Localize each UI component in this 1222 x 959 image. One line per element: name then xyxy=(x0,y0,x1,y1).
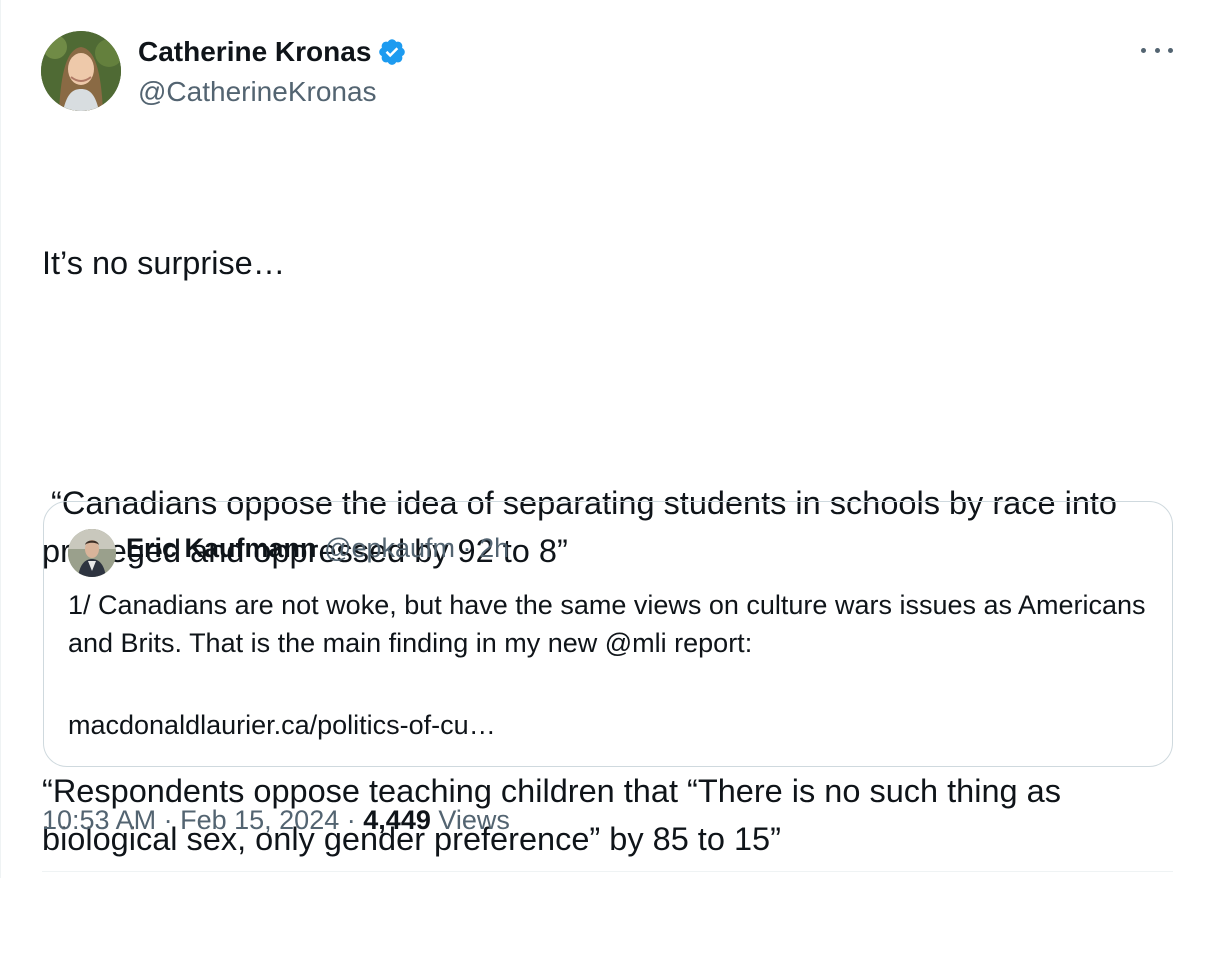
views-label[interactable]: Views xyxy=(438,805,510,835)
more-dot xyxy=(1154,47,1160,53)
tweet-text-line: It’s no surprise… xyxy=(42,245,286,281)
author-name-row[interactable]: Catherine Kronas xyxy=(138,36,407,68)
more-dot xyxy=(1168,47,1173,53)
quoted-author-name[interactable]: Eric Kaufmann xyxy=(126,533,317,563)
author-handle[interactable]: @CatherineKronas xyxy=(138,76,377,108)
author-avatar[interactable] xyxy=(41,31,121,111)
meta-separator: · xyxy=(163,805,173,835)
meta-separator: · xyxy=(346,805,356,835)
quoted-author-avatar-image xyxy=(68,529,116,577)
verified-badge-icon[interactable] xyxy=(377,37,407,67)
quoted-tweet[interactable]: Eric Kaufmann @epkaufm · 2h 1/ Canadians… xyxy=(43,501,1173,767)
quoted-timestamp[interactable]: 2h xyxy=(479,533,509,563)
tweet-date[interactable]: Feb 15, 2024 xyxy=(180,805,339,835)
tweet-meta: 10:53 AM · Feb 15, 2024 · 4,449 Views xyxy=(42,800,510,840)
quoted-author-avatar[interactable] xyxy=(68,529,116,577)
author-name[interactable]: Catherine Kronas xyxy=(138,36,371,68)
quoted-header: Eric Kaufmann @epkaufm · 2h xyxy=(126,530,509,566)
tweet-time[interactable]: 10:53 AM xyxy=(42,805,156,835)
quoted-author-handle[interactable]: @epkaufm xyxy=(324,533,455,563)
more-options-icon[interactable] xyxy=(1141,38,1173,62)
tweet-card: Catherine Kronas @CatherineKronas It’s n… xyxy=(0,0,1222,878)
quoted-text-line: 1/ Canadians are not woke, but have the … xyxy=(68,590,1146,658)
more-dot xyxy=(1141,47,1146,53)
author-avatar-image xyxy=(41,31,121,111)
divider xyxy=(42,871,1173,872)
quoted-link[interactable]: macdonaldlaurier.ca/politics-of-cu… xyxy=(68,706,496,744)
quoted-text: 1/ Canadians are not woke, but have the … xyxy=(68,586,1148,662)
quoted-separator: · xyxy=(462,533,472,563)
views-count[interactable]: 4,449 xyxy=(363,805,431,835)
